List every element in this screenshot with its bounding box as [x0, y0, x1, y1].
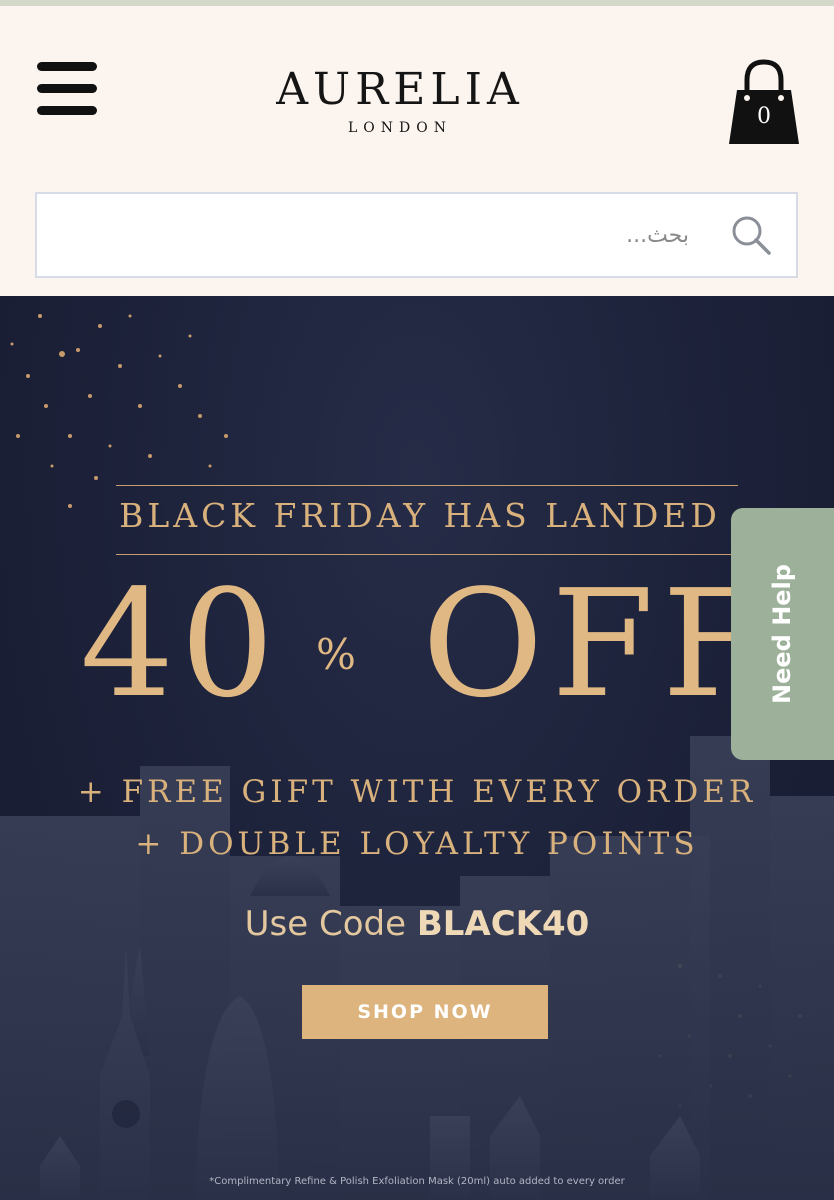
shopping-bag-icon	[729, 59, 799, 144]
discount-offer: 40 % OFF	[70, 558, 790, 730]
perk-free-gift: + FREE GIFT WITH EVERY ORDER	[77, 774, 757, 810]
need-help-label: Need Help	[768, 564, 796, 704]
banner-background-illustration	[0, 314, 834, 1200]
hamburger-menu-icon[interactable]	[37, 62, 97, 118]
brand-subtitle: LONDON	[348, 120, 452, 136]
search-bar	[35, 192, 798, 278]
headline-bottom-rule	[116, 554, 738, 555]
discount-number: 40	[80, 558, 281, 730]
promo-banner: BLACK FRIDAY HAS LANDED 40 % OFF + FREE …	[0, 296, 834, 1200]
promo-code-prefix: Use Code	[244, 904, 407, 944]
discount-word: OFF	[422, 558, 773, 730]
shop-now-button[interactable]: SHOP NOW	[302, 985, 548, 1039]
headline-top-rule	[116, 485, 738, 486]
brand-logo[interactable]: AURELIA LONDON	[270, 64, 530, 144]
promo-code: BLACK40	[416, 904, 590, 944]
cart-count: 0	[757, 104, 771, 129]
discount-percent-sign: %	[316, 630, 356, 679]
need-help-tab[interactable]: Need Help	[731, 508, 834, 760]
promo-footnote: *Complimentary Refine & Polish Exfoliati…	[209, 1176, 625, 1187]
perk-loyalty-points: + DOUBLE LOYALTY POINTS	[135, 826, 699, 862]
banner-headline: BLACK FRIDAY HAS LANDED	[119, 496, 721, 535]
promo-code-line: Use Code BLACK40	[0, 904, 834, 944]
search-input[interactable]	[37, 194, 717, 276]
cart-button[interactable]: 0	[725, 56, 803, 150]
search-icon[interactable]	[730, 214, 772, 256]
brand-name: AURELIA	[276, 64, 524, 115]
